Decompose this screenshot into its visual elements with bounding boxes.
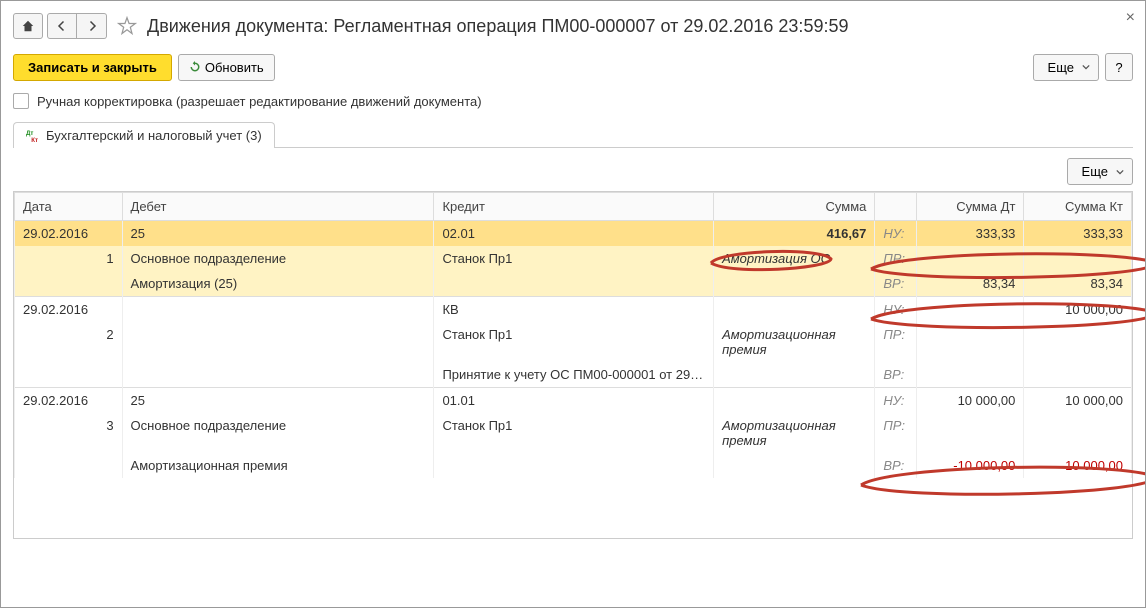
svg-text:Дт: Дт bbox=[26, 130, 33, 137]
grid-more-button[interactable]: Еще bbox=[1067, 158, 1133, 185]
forward-button[interactable] bbox=[77, 13, 107, 39]
col-debit[interactable]: Дебет bbox=[122, 193, 434, 221]
table-row[interactable]: Амортизационная премия ВР: -10 000,00 -1… bbox=[15, 453, 1132, 478]
manual-edit-label: Ручная корректировка (разрешает редактир… bbox=[37, 94, 482, 109]
help-button[interactable]: ? bbox=[1105, 53, 1133, 81]
header-row: Дата Дебет Кредит Сумма Сумма Дт Сумма К… bbox=[15, 193, 1132, 221]
favorite-button[interactable] bbox=[115, 14, 139, 38]
manual-edit-checkbox[interactable] bbox=[13, 93, 29, 109]
tab-accounting[interactable]: Дт Кт Бухгалтерский и налоговый учет (3) bbox=[13, 122, 275, 148]
dt-kt-icon: Дт Кт bbox=[26, 129, 40, 143]
main-toolbar: Записать и закрыть Обновить Еще ? bbox=[13, 49, 1133, 91]
grid-toolbar: Еще bbox=[13, 148, 1133, 191]
table-row[interactable]: 29.02.2016 КВ НУ: 10 000,00 bbox=[15, 297, 1132, 323]
star-icon bbox=[117, 16, 137, 36]
arrow-left-icon bbox=[56, 20, 68, 32]
col-tag bbox=[875, 193, 916, 221]
table-row[interactable]: 1 Основное подразделение Станок Пр1 Амор… bbox=[15, 246, 1132, 271]
more-button[interactable]: Еще bbox=[1033, 54, 1099, 81]
table-row[interactable]: 29.02.2016 25 02.01 416,67 НУ: 333,33 33… bbox=[15, 221, 1132, 247]
titlebar: Движения документа: Регламентная операци… bbox=[13, 9, 1133, 49]
chevron-down-icon bbox=[1082, 63, 1090, 71]
transactions-grid[interactable]: Дата Дебет Кредит Сумма Сумма Дт Сумма К… bbox=[13, 191, 1133, 539]
back-button[interactable] bbox=[47, 13, 77, 39]
home-icon bbox=[21, 19, 35, 33]
window-title: Движения документа: Регламентная операци… bbox=[147, 16, 848, 37]
arrow-right-icon bbox=[86, 20, 98, 32]
refresh-button[interactable]: Обновить bbox=[178, 54, 275, 81]
svg-text:Кт: Кт bbox=[31, 137, 38, 143]
col-date[interactable]: Дата bbox=[15, 193, 123, 221]
save-close-button[interactable]: Записать и закрыть bbox=[13, 54, 172, 81]
refresh-icon bbox=[189, 61, 201, 73]
tab-strip: Дт Кт Бухгалтерский и налоговый учет (3) bbox=[13, 121, 1133, 148]
app-window: × Движения документа: Регламентная опера… bbox=[0, 0, 1146, 608]
col-credit[interactable]: Кредит bbox=[434, 193, 714, 221]
table-row[interactable]: 2 Станок Пр1 Амортизационная премия ПР: bbox=[15, 322, 1132, 362]
manual-edit-row: Ручная корректировка (разрешает редактир… bbox=[13, 91, 1133, 121]
close-button[interactable]: × bbox=[1126, 9, 1135, 27]
col-sum-kt[interactable]: Сумма Кт bbox=[1024, 193, 1132, 221]
table-row[interactable]: Принятие к учету ОС ПМ00-000001 от 29… В… bbox=[15, 362, 1132, 388]
table-row[interactable]: 29.02.2016 25 01.01 НУ: 10 000,00 10 000… bbox=[15, 388, 1132, 414]
col-sum[interactable]: Сумма bbox=[714, 193, 875, 221]
home-button[interactable] bbox=[13, 13, 43, 39]
col-sum-dt[interactable]: Сумма Дт bbox=[916, 193, 1024, 221]
table-row[interactable]: Амортизация (25) ВР: 83,34 83,34 bbox=[15, 271, 1132, 297]
chevron-down-icon bbox=[1116, 168, 1124, 176]
table-row[interactable]: 3 Основное подразделение Станок Пр1 Амор… bbox=[15, 413, 1132, 453]
